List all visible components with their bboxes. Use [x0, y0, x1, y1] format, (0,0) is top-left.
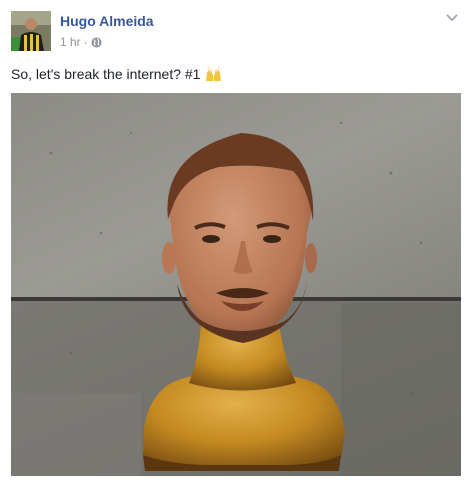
avatar-image — [11, 11, 51, 51]
author-name[interactable]: Hugo Almeida — [60, 13, 154, 29]
bust-sculpture-image — [11, 93, 461, 476]
globe-icon[interactable] — [91, 36, 102, 48]
raising-hands-emoji — [206, 66, 222, 81]
avatar[interactable] — [11, 11, 51, 51]
post-photo[interactable] — [11, 93, 461, 476]
post-message: So, let's break the internet? #1 — [11, 66, 222, 82]
meta-separator: · — [83, 35, 88, 49]
chevron-down-icon[interactable] — [445, 12, 459, 22]
post-card: Hugo Almeida 1 hr · So, let's break the … — [0, 0, 467, 482]
post-meta: 1 hr · — [60, 35, 102, 49]
post-timestamp[interactable]: 1 hr — [60, 35, 81, 49]
post-message-text: So, let's break the internet? #1 — [11, 66, 201, 82]
